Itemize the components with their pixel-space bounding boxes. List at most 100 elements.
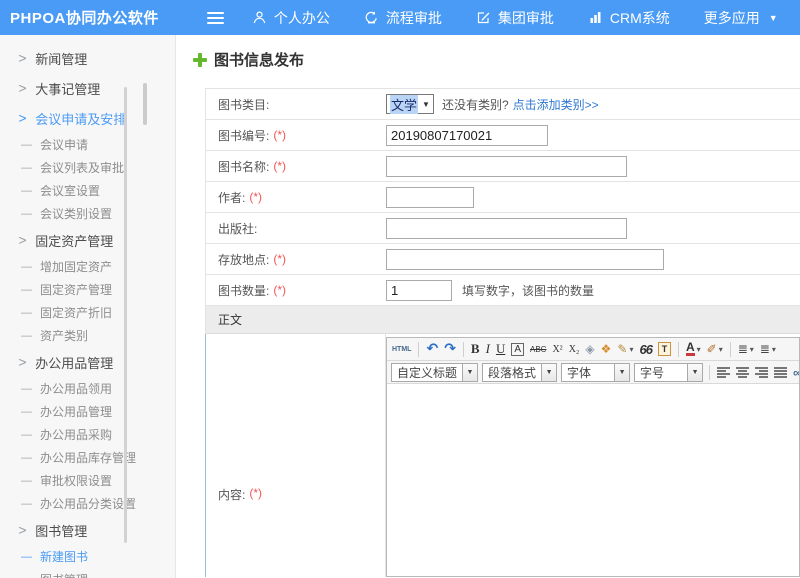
custom-title-select[interactable]: 自定义标题▼ (391, 363, 478, 382)
nav-item-more-apps[interactable]: 更多应用 ▼ (704, 8, 778, 28)
sidebar-item-supplies-claim[interactable]: —办公用品领用 (0, 377, 175, 400)
italic-icon[interactable]: I (483, 340, 493, 359)
user-icon (252, 10, 267, 25)
format-painter-icon[interactable]: ✎▾ (614, 340, 636, 359)
font-style-icon[interactable]: A (511, 343, 524, 356)
hamburger-menu-icon[interactable] (207, 12, 224, 24)
font-size-select[interactable]: 字号▼ (634, 363, 703, 382)
insert-link-icon[interactable]: ∞ (790, 363, 799, 382)
form-row-publisher: 出版社: (206, 213, 800, 244)
sidebar-item-label: 资产类别 (40, 327, 88, 344)
underline-icon[interactable]: U (493, 340, 508, 359)
book-name-input[interactable] (386, 156, 627, 177)
sidebar-item-asset-category[interactable]: —资产类别 (0, 324, 175, 347)
sidebar-item-supplies-inventory[interactable]: —办公用品库存管理 (0, 446, 175, 469)
author-input[interactable] (386, 187, 474, 208)
redo-icon[interactable]: ↷ (441, 340, 459, 359)
edit-approval-icon (476, 10, 491, 25)
sidebar-item-book-management[interactable]: —图书管理 (0, 568, 175, 578)
caret-down-icon: ▼ (614, 364, 629, 381)
sidebar-item-add-fixed-asset[interactable]: —增加固定资产 (0, 255, 175, 278)
sidebar-item-fixed-asset-depreciation[interactable]: —固定资产折旧 (0, 301, 175, 324)
location-input[interactable] (386, 249, 664, 270)
toolbar-separator (730, 342, 731, 357)
sidebar-item-meeting-room-settings[interactable]: —会议室设置 (0, 179, 175, 202)
sidebar-item-new-book[interactable]: —新建图书 (0, 545, 175, 568)
editor-content-area[interactable] (387, 384, 799, 576)
caret-down-icon: ▼ (541, 364, 556, 381)
quantity-note: 填写数字，该图书的数量 (462, 282, 594, 299)
sidebar-item-fixed-assets-group[interactable]: >固定资产管理 (0, 225, 175, 255)
sidebar-item-label: 图书管理 (35, 521, 87, 540)
sidebar-item-office-supplies-group[interactable]: >办公用品管理 (0, 347, 175, 377)
nav-item-crm[interactable]: CRM系统 (588, 8, 670, 28)
dash-icon: — (21, 383, 32, 395)
paste-icon[interactable]: T (655, 340, 674, 359)
list-glyph: ≣ (738, 342, 748, 356)
chevron-right-icon: > (18, 110, 27, 126)
subscript-icon[interactable]: X₂ (566, 340, 583, 359)
quantity-input[interactable] (386, 280, 452, 301)
sidebar-item-supplies-purchase[interactable]: —办公用品采购 (0, 423, 175, 446)
dash-icon: — (21, 498, 32, 510)
sidebar-item-label: 会议申请 (40, 136, 88, 153)
sidebar-item-label: 固定资产管理 (40, 281, 112, 298)
field-label: 图书名称: (218, 158, 269, 175)
main-scrollbar-thumb[interactable] (143, 83, 147, 125)
unordered-list-icon[interactable]: ≣▾ (757, 340, 779, 359)
blockquote-icon[interactable]: 66 (636, 340, 654, 359)
list-glyph: ≣ (760, 342, 770, 356)
dash-icon: — (21, 284, 32, 296)
superscript-icon[interactable]: X² (549, 340, 565, 359)
select-label: 自定义标题 (392, 364, 462, 381)
align-left-icon[interactable] (714, 363, 733, 382)
brush-glyph: ✎ (617, 342, 627, 356)
add-icon (193, 53, 207, 67)
font-family-select[interactable]: 字体▼ (561, 363, 630, 382)
chevron-right-icon: > (18, 50, 27, 66)
highlight-icon[interactable]: ✐▾ (704, 340, 726, 359)
html-source-icon[interactable]: HTML (389, 340, 414, 359)
toolbar-separator (418, 342, 419, 357)
clear-format-icon[interactable]: ❖ (598, 340, 615, 359)
paste-glyph: T (658, 342, 671, 356)
strikethrough-icon[interactable]: ABC (527, 340, 549, 359)
sidebar-item-news-management[interactable]: > 新闻管理 (0, 43, 175, 73)
sidebar-item-supplies-management[interactable]: —办公用品管理 (0, 400, 175, 423)
nav-item-personal-office[interactable]: 个人办公 (252, 8, 330, 28)
nav-item-workflow-approval[interactable]: 流程审批 (364, 8, 442, 28)
bold-icon[interactable]: B (468, 340, 483, 359)
align-justify-icon[interactable] (771, 363, 790, 382)
paragraph-format-select[interactable]: 段落格式▼ (482, 363, 557, 382)
sidebar-item-meeting-group[interactable]: >会议申请及安排 (0, 103, 175, 133)
sidebar-item-events-management[interactable]: >大事记管理 (0, 73, 175, 103)
category-select[interactable]: 文学 ▼ (386, 94, 434, 114)
dash-icon: — (21, 261, 32, 273)
bar-chart-icon (588, 10, 603, 25)
sidebar-item-supplies-category-settings[interactable]: — 办公用品分类设置 (0, 492, 175, 515)
nav-item-group-approval[interactable]: 集团审批 (476, 8, 554, 28)
font-color-icon[interactable]: A▾ (683, 340, 704, 359)
sidebar-item-label: 新闻管理 (35, 49, 87, 68)
sidebar-item-label: 固定资产管理 (35, 231, 113, 250)
add-category-link[interactable]: 点击添加类别>> (513, 96, 599, 113)
sidebar-scrollbar-thumb[interactable] (124, 87, 127, 543)
align-center-icon[interactable] (733, 363, 752, 382)
ordered-list-icon[interactable]: ≣▾ (735, 340, 757, 359)
dash-icon: — (21, 574, 32, 578)
sidebar-item-meeting-category-settings[interactable]: —会议类别设置 (0, 202, 175, 225)
book-number-input[interactable] (386, 125, 548, 146)
sidebar-item-label: 办公用品分类设置 (40, 495, 136, 512)
undo-icon[interactable]: ↶ (423, 340, 441, 359)
sidebar-item-meeting-list-approval[interactable]: —会议列表及审批 (0, 156, 175, 179)
sidebar-item-books-group[interactable]: >图书管理 (0, 515, 175, 545)
align-right-icon[interactable] (752, 363, 771, 382)
caret-down-icon: ▼ (687, 364, 702, 381)
field-label: 作者: (218, 189, 245, 206)
sidebar-item-meeting-apply[interactable]: —会议申请 (0, 133, 175, 156)
dash-icon: — (21, 185, 32, 197)
publisher-input[interactable] (386, 218, 627, 239)
eraser-icon[interactable]: ◈ (582, 340, 597, 359)
sidebar-item-approval-permission-settings[interactable]: —审批权限设置 (0, 469, 175, 492)
sidebar-item-fixed-asset-management[interactable]: — 固定资产管理 (0, 278, 175, 301)
